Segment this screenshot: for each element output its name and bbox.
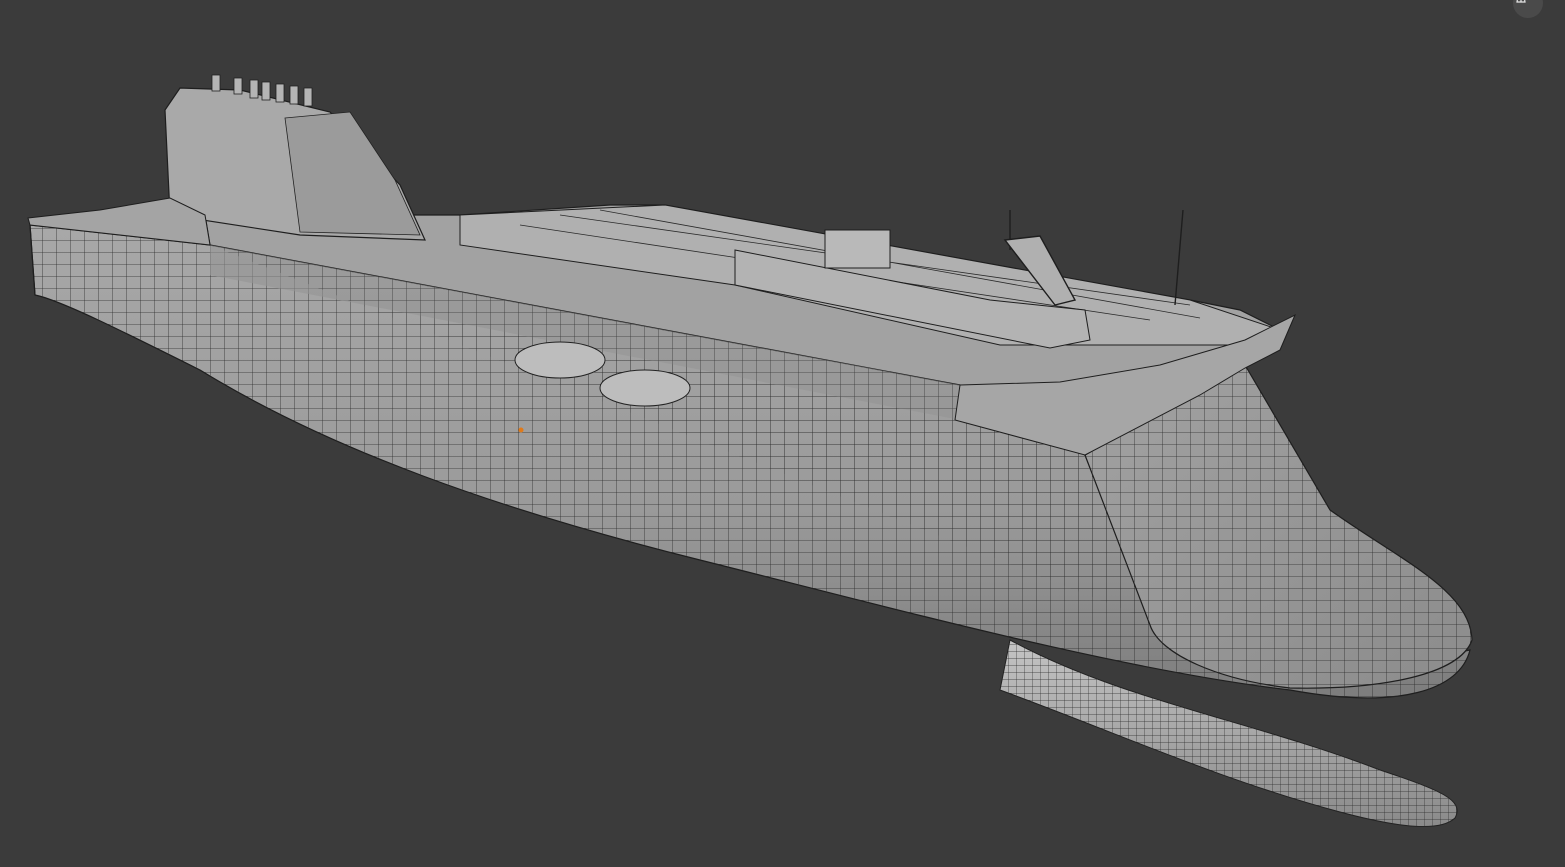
object-origin (518, 427, 524, 433)
ship-model[interactable] (0, 0, 1565, 867)
3d-viewport[interactable] (0, 0, 1565, 867)
